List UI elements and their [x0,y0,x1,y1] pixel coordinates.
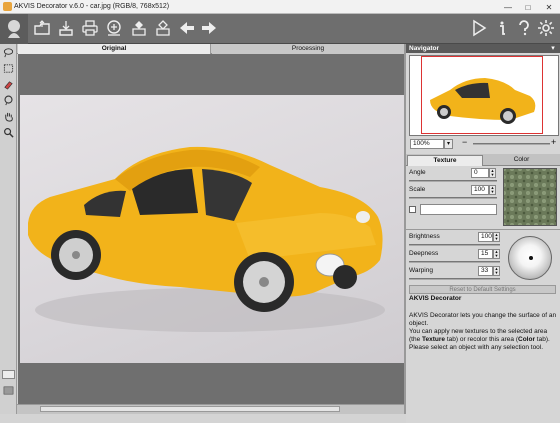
tab-processing[interactable]: Processing [212,44,404,54]
navigator-view-frame[interactable] [421,56,543,134]
help-paragraph: Please select an object with any selecti… [409,344,544,351]
tab-original[interactable]: Original [18,44,211,54]
undo-icon[interactable] [178,19,196,37]
deepness-slider[interactable] [409,261,500,263]
import-preset-icon[interactable] [130,19,148,37]
background-color-swatch[interactable] [2,370,15,379]
zoom-input[interactable]: 100% [410,139,444,149]
scale-slider[interactable] [409,197,497,199]
angle-input[interactable]: 0 [471,168,489,178]
angle-label: Angle [409,169,426,176]
texture-checkbox[interactable] [409,206,416,213]
scale-label: Scale [409,186,426,193]
light-direction-sphere[interactable] [508,236,552,280]
export-preset-icon[interactable] [154,19,172,37]
warping-stepper[interactable]: ▲ ▼ [493,266,500,276]
tab-color[interactable]: Color [484,155,559,166]
minimize-button[interactable]: — [498,1,518,13]
run-icon[interactable] [470,19,488,37]
zoom-dropdown-icon[interactable]: ▾ [444,139,453,149]
navigator-header: Navigator [406,44,560,53]
scale-input[interactable]: 100 [471,185,489,195]
scroll-thumb[interactable] [40,406,340,412]
zoom-icon[interactable] [2,126,15,138]
help-panel: AKVIS Decorator lets you change the surf… [406,312,560,423]
save-icon[interactable] [57,19,75,37]
hand-icon[interactable] [2,110,15,122]
window-title: AKVIS Decorator v.6.0 - car.jpg (RGB/8, … [14,3,170,10]
warping-input[interactable]: 33 [478,266,493,276]
redo-icon[interactable] [200,19,218,37]
warping-slider[interactable] [409,278,500,280]
settings-icon[interactable] [537,19,555,37]
layer-toggle-icon[interactable] [2,384,15,396]
close-button[interactable]: ✕ [539,1,559,13]
scale-stepper[interactable]: ▲ ▼ [489,185,496,195]
share-icon[interactable] [105,19,123,37]
angle-slider[interactable] [409,180,497,182]
maximize-button[interactable]: □ [518,1,538,13]
brightness-stepper[interactable]: ▲ ▼ [493,232,500,242]
brightness-input[interactable]: 100 [478,232,493,242]
collapse-icon[interactable]: ▾ [548,44,558,53]
magic-lasso-icon[interactable] [2,94,15,106]
texture-name-field[interactable] [420,204,497,215]
title-bar: AKVIS Decorator v.6.0 - car.jpg (RGB/8, … [0,0,560,14]
zoom-slider[interactable] [473,143,550,145]
help-paragraph: AKVIS Decorator lets you change the surf… [409,312,557,327]
tab-texture[interactable]: Texture [407,155,483,166]
brightness-label: Brightness [409,233,440,240]
help-title: AKVIS Decorator [406,294,560,304]
open-icon[interactable] [33,19,51,37]
deepness-label: Deepness [409,250,439,257]
print-icon[interactable] [81,19,99,37]
lasso-tool-icon[interactable] [2,46,15,58]
reset-button[interactable]: Reset to Default Settings [409,285,556,294]
deepness-stepper[interactable]: ▲ ▼ [493,249,500,259]
deepness-input[interactable]: 15 [478,249,493,259]
eraser-icon[interactable] [2,78,15,90]
warping-label: Warping [409,267,433,274]
rectangle-select-icon[interactable] [2,62,15,74]
divider [406,229,560,230]
brightness-slider[interactable] [409,244,500,246]
info-icon[interactable] [493,19,511,37]
zoom-out-icon[interactable]: − [462,138,470,148]
akvis-logo-icon [0,14,28,44]
help-paragraph: You can apply new textures to the select… [409,328,550,343]
app-icon [3,2,12,11]
texture-preview[interactable] [503,168,557,226]
zoom-in-icon[interactable]: + [551,138,559,148]
help-icon[interactable] [515,19,533,37]
photo [20,95,405,363]
angle-stepper[interactable]: ▲ ▼ [489,168,496,178]
